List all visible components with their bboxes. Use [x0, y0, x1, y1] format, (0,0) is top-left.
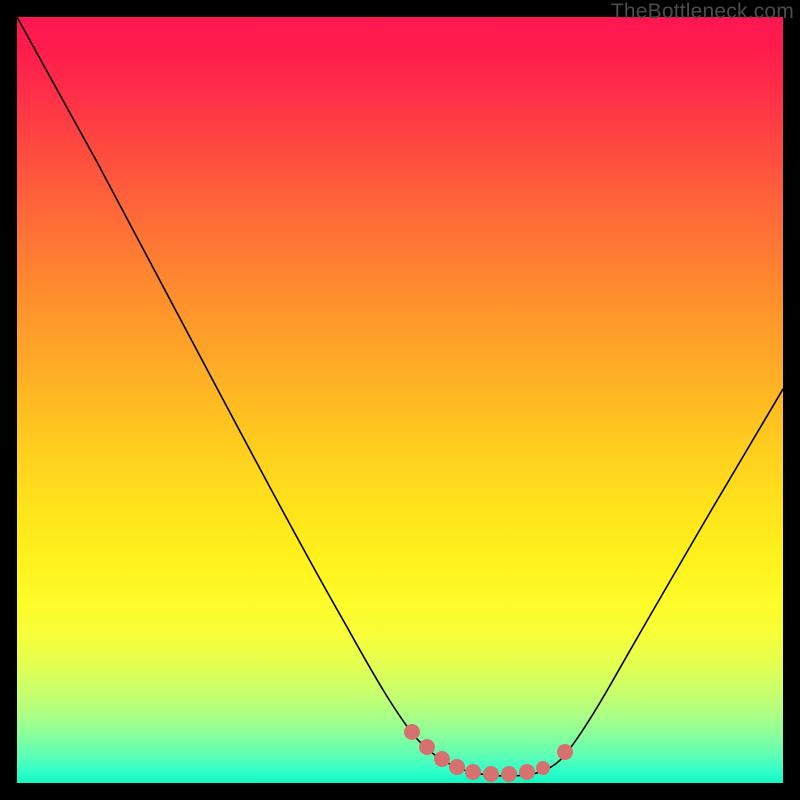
watermark-credit: TheBottleneck.com [611, 0, 794, 24]
trough-dot [483, 766, 499, 782]
chart-svg [17, 17, 783, 783]
chart-plot-area [17, 17, 783, 783]
trough-dot [536, 761, 550, 775]
trough-marker-group [404, 724, 573, 782]
trough-dot [519, 764, 535, 780]
bottleneck-curve [17, 17, 783, 776]
chart-stage: TheBottleneck.com [0, 0, 800, 800]
trough-dot [434, 751, 450, 767]
trough-dot [449, 759, 465, 775]
trough-dot [465, 764, 481, 780]
trough-dot [404, 724, 420, 740]
trough-dot [419, 739, 435, 755]
trough-dot [501, 766, 517, 782]
trough-dot-right [557, 744, 573, 760]
